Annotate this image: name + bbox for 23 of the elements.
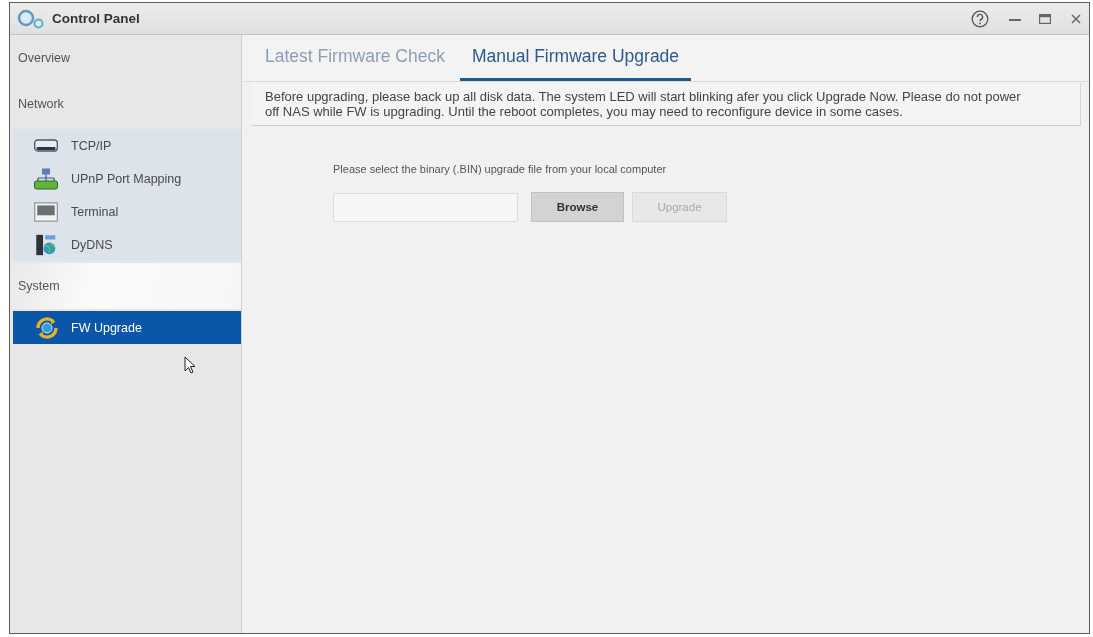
instruction-text: Please select the binary (.BIN) upgrade file from your local computer [333, 163, 668, 175]
sidebar-group-header[interactable]: System [10, 263, 241, 309]
sidebar-item[interactable]: DyDNS [13, 228, 241, 261]
maximize-icon[interactable] [1039, 13, 1051, 24]
sidebar-group-header[interactable]: Network [10, 81, 241, 127]
circular-arrows-icon [34, 314, 60, 341]
sidebar-item[interactable]: UPnP Port Mapping [13, 162, 241, 195]
pointer-cursor-icon [184, 356, 196, 374]
sidebar-item[interactable]: TCP/IP [13, 129, 241, 162]
network-icon [34, 167, 58, 190]
sidebar-item[interactable]: FW Upgrade [13, 311, 241, 344]
window-title: Control Panel [52, 11, 140, 26]
file-path-field[interactable] [333, 192, 518, 222]
sidebar-item[interactable]: Terminal [13, 195, 241, 228]
server-globe-icon [34, 233, 58, 256]
close-icon[interactable] [1071, 13, 1081, 24]
minimize-icon[interactable] [1009, 18, 1021, 21]
monitor-icon [34, 200, 58, 223]
browse-button[interactable]: Browse [531, 192, 624, 222]
sidebar-group-header[interactable]: Overview [10, 35, 241, 81]
notice-text: Before upgrading, please back up all disk data. The system LED will start blinking afer you click Upgrade Now. Please do not power off NAS while FW is upgrading. Until the reboot completes, you may need to reconfigure device in some cases. [252, 83, 1081, 126]
gears-icon [17, 8, 45, 29]
help-icon[interactable] [971, 9, 989, 28]
